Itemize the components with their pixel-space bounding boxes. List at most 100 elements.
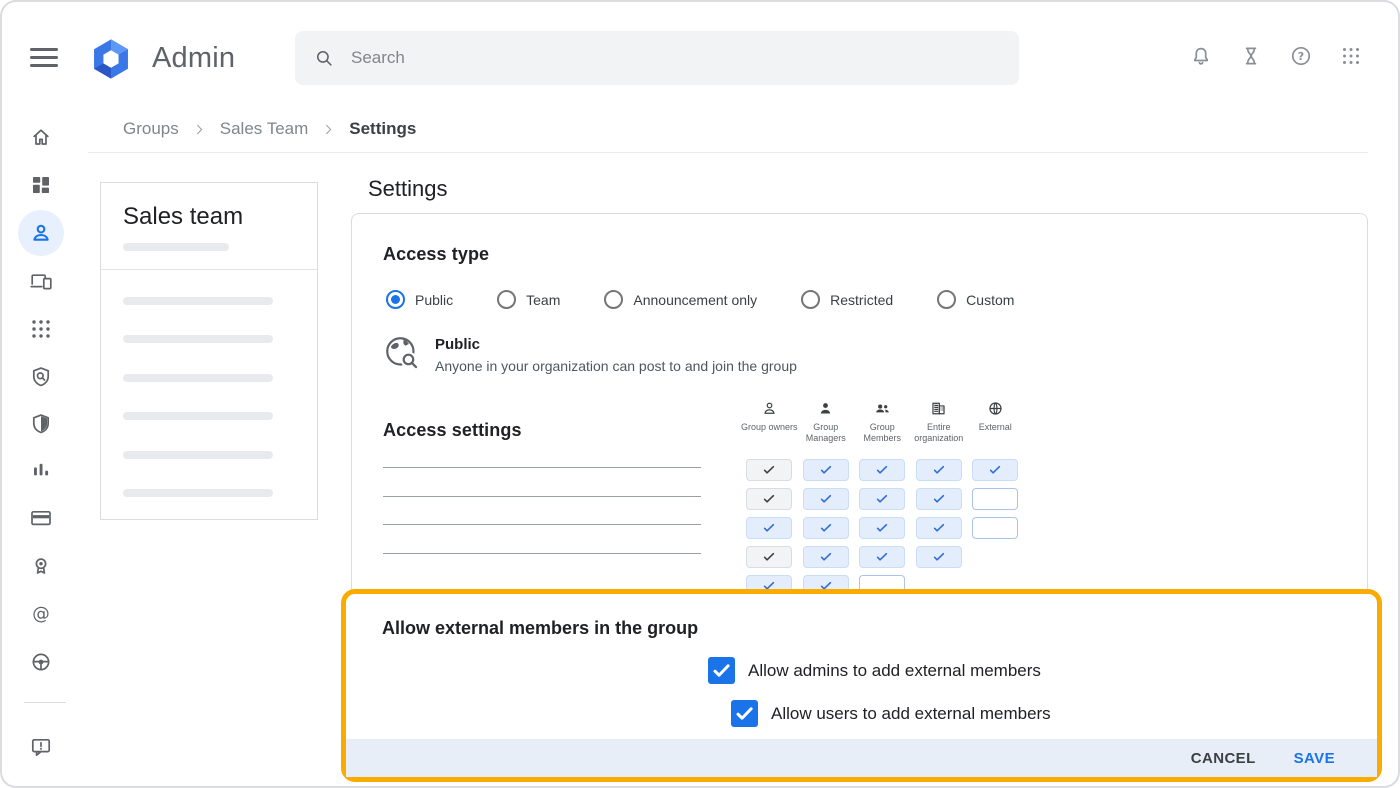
sidebar-divider: [24, 702, 66, 703]
breadcrumb-chevron-icon: [192, 122, 207, 137]
reports-icon: [29, 458, 53, 482]
column-external: External: [967, 400, 1024, 445]
radio-option-announcement-only[interactable]: Announcement only: [604, 290, 757, 309]
radio-label: Team: [526, 292, 560, 308]
search-input[interactable]: [349, 47, 1001, 69]
permission-checkbox[interactable]: [859, 459, 905, 481]
sidebar-item-feedback[interactable]: [17, 723, 65, 771]
sidebar-item-shield[interactable]: [17, 400, 65, 448]
permission-checkbox[interactable]: [972, 488, 1018, 510]
sidebar-item-billing[interactable]: [17, 494, 65, 542]
radio-icon: [801, 290, 820, 309]
permission-checkbox[interactable]: [859, 517, 905, 539]
save-button[interactable]: SAVE: [1294, 750, 1335, 767]
dashboard-icon: [29, 173, 53, 197]
column-label: Entire organization: [910, 422, 968, 445]
radio-option-team[interactable]: Team: [497, 290, 560, 309]
action-bar: CANCEL SAVE: [346, 739, 1377, 777]
cancel-button[interactable]: CANCEL: [1191, 750, 1256, 767]
permission-checkbox[interactable]: [803, 488, 849, 510]
search-bar[interactable]: [295, 31, 1019, 85]
menu-button[interactable]: [30, 48, 58, 69]
info-description: Anyone in your organization can post to …: [435, 358, 797, 374]
external-members-section: Allow external members in the group Allo…: [341, 589, 1382, 782]
external-members-heading: Allow external members in the group: [382, 618, 698, 639]
at-sign-icon: @: [29, 602, 53, 626]
group-list-skeleton-line: [123, 335, 273, 343]
permission-checkbox[interactable]: [859, 546, 905, 568]
radio-label: Announcement only: [633, 292, 757, 308]
breadcrumb-item-groups[interactable]: Groups: [123, 119, 179, 139]
permission-row: [741, 546, 1033, 568]
permission-checkbox[interactable]: [746, 459, 792, 481]
sidebar-item-steering-wheel[interactable]: [17, 638, 65, 686]
sidebar-item-devices[interactable]: [17, 257, 65, 305]
access-settings-heading: Access settings: [383, 420, 522, 441]
notifications-button[interactable]: [1189, 44, 1213, 68]
radio-icon: [937, 290, 956, 309]
permission-checkbox[interactable]: [916, 459, 962, 481]
group-list-skeleton-line: [123, 412, 273, 420]
column-label: External: [966, 422, 1024, 433]
setting-row-placeholder-line: [383, 524, 701, 525]
breadcrumb: GroupsSales TeamSettings: [123, 116, 416, 142]
checkbox-checked-icon[interactable]: [708, 657, 735, 684]
sidebar-item-security-shield[interactable]: [17, 353, 65, 401]
sidebar-item-apps-grid[interactable]: [17, 305, 65, 353]
radio-option-public[interactable]: Public: [386, 290, 453, 309]
apps-button[interactable]: [1339, 44, 1363, 68]
setting-row-placeholder-line: [383, 467, 701, 468]
permission-checkbox[interactable]: [859, 488, 905, 510]
globe-search-icon: [383, 334, 419, 370]
permission-checkbox[interactable]: [916, 488, 962, 510]
sidebar-item-directory[interactable]: [17, 209, 65, 257]
checkbox-allow-admins: Allow admins to add external members: [708, 657, 1041, 684]
permission-checkbox[interactable]: [916, 517, 962, 539]
admin-logo-icon: [88, 36, 134, 82]
column-label: Group Managers: [797, 422, 855, 445]
sidebar-item-dashboard[interactable]: [17, 161, 65, 209]
permission-checkbox[interactable]: [972, 459, 1018, 481]
permission-checkbox[interactable]: [803, 517, 849, 539]
sidebar-item-at-sign[interactable]: @: [17, 590, 65, 638]
notifications-icon: [1189, 44, 1213, 68]
breadcrumb-item-sales-team[interactable]: Sales Team: [220, 119, 309, 139]
svg-text:@: @: [32, 604, 50, 624]
permission-row: [741, 517, 1033, 539]
help-button[interactable]: ?: [1289, 44, 1313, 68]
person-outline-icon: [761, 400, 778, 417]
group-title: Sales team: [123, 203, 243, 231]
sidebar-item-home[interactable]: [17, 113, 65, 161]
admin-console-window: Admin ? GroupsSales TeamSettings @ Sales…: [0, 0, 1400, 788]
radio-label: Custom: [966, 292, 1014, 308]
permission-checkbox[interactable]: [746, 546, 792, 568]
checkbox-allow-users: Allow users to add external members: [731, 700, 1051, 727]
tasks-button[interactable]: [1239, 44, 1263, 68]
permission-checkbox[interactable]: [746, 488, 792, 510]
organization-icon: [930, 400, 947, 417]
permission-checkbox[interactable]: [746, 517, 792, 539]
permission-checkbox[interactable]: [803, 546, 849, 568]
radio-option-restricted[interactable]: Restricted: [801, 290, 893, 309]
column-group-managers: Group Managers: [798, 400, 855, 445]
group-panel: Sales team: [100, 182, 318, 520]
checkbox-checked-icon[interactable]: [731, 700, 758, 727]
radio-option-custom[interactable]: Custom: [937, 290, 1014, 309]
help-icon: ?: [1289, 44, 1313, 68]
person-filled-icon: [817, 400, 834, 417]
checkbox-label: Allow users to add external members: [771, 704, 1051, 724]
permission-checkbox[interactable]: [916, 546, 962, 568]
directory-icon: [29, 221, 53, 245]
search-icon: [313, 47, 335, 69]
product-name: Admin: [152, 42, 235, 75]
apps-grid-icon: [29, 317, 53, 341]
group-list-skeleton-line: [123, 374, 273, 382]
sidebar-item-badge[interactable]: [17, 542, 65, 590]
permission-checkbox[interactable]: [972, 517, 1018, 539]
radio-icon: [386, 290, 405, 309]
setting-row-placeholder-line: [383, 553, 701, 554]
globe-icon: [987, 400, 1004, 417]
apps-icon: [1339, 44, 1363, 68]
permission-checkbox[interactable]: [803, 459, 849, 481]
sidebar-item-reports[interactable]: [17, 446, 65, 494]
